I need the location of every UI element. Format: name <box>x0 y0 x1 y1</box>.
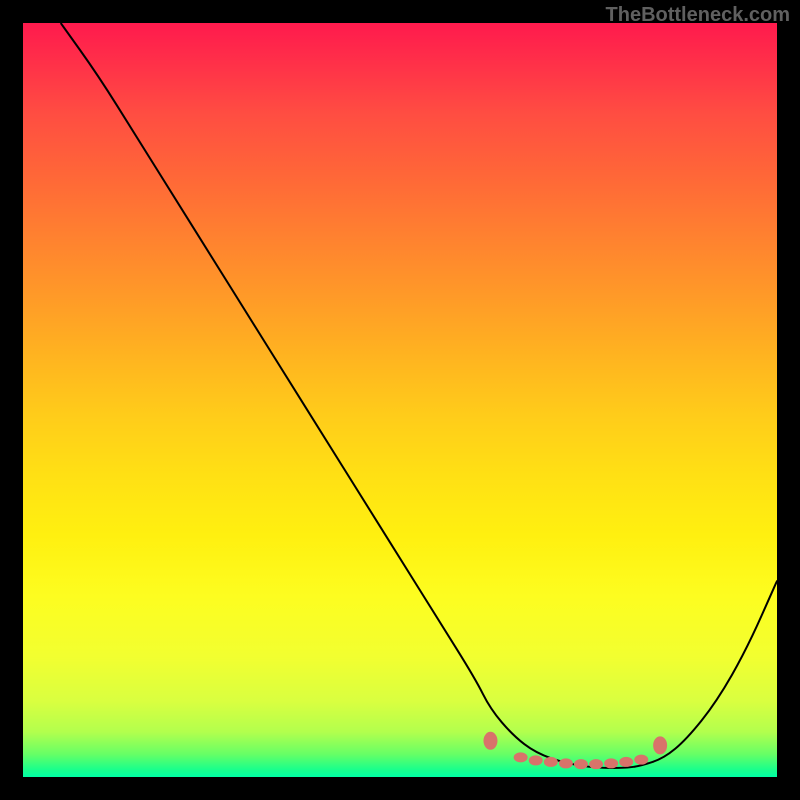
sweet-spot-marker <box>574 759 588 769</box>
sweet-spot-marker <box>544 757 558 767</box>
sweet-spot-marker <box>604 758 618 768</box>
sweet-spot-marker <box>529 755 543 765</box>
sweet-spot-marker <box>619 757 633 767</box>
curve-svg <box>23 23 777 777</box>
chart-plot-area <box>23 23 777 777</box>
sweet-spot-marker <box>514 752 528 762</box>
sweet-spot-marker <box>589 759 603 769</box>
sweet-spot-markers <box>483 732 667 769</box>
watermark-text: TheBottleneck.com <box>606 4 790 27</box>
bottleneck-curve <box>61 23 777 768</box>
sweet-spot-marker <box>634 755 648 765</box>
sweet-spot-marker <box>483 732 497 750</box>
sweet-spot-marker <box>653 736 667 754</box>
sweet-spot-marker <box>559 758 573 768</box>
